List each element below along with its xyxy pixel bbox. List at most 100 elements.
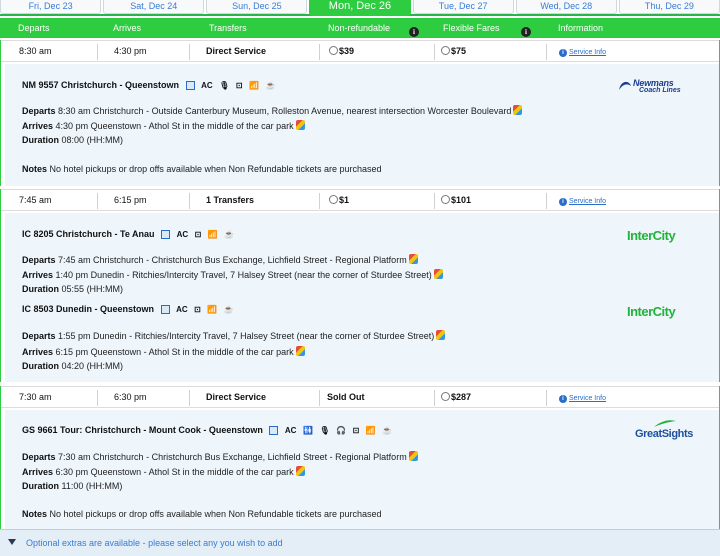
arrives-line: Arrives 4:30 pm Queenstown - Athol St in… (22, 120, 305, 131)
fare-radio[interactable] (441, 46, 450, 55)
power-outlet-icon: ⊡ (194, 230, 202, 240)
transfers-value: Direct Service (206, 392, 267, 402)
cafe-icon: ☕ (382, 426, 393, 436)
depart-time: 7:30 am (19, 392, 52, 402)
header-non-refundable: Non-refundable (328, 23, 391, 33)
trip-result: 7:45 am 6:15 pm 1 Transfers $1 $101 i Ser… (0, 189, 720, 382)
calendar-icon[interactable] (160, 305, 170, 315)
trip-summary-row: 7:45 am 6:15 pm 1 Transfers $1 $101 i Ser… (1, 189, 719, 211)
map-pin-icon[interactable] (513, 105, 523, 115)
cafe-icon: ☕ (265, 81, 276, 91)
trip-result: 7:30 am 6:30 pm Direct Service Sold Out … (0, 386, 720, 529)
non-refundable-sold-out: Sold Out (327, 392, 365, 402)
transfers-value: Direct Service (206, 46, 267, 56)
greatsights-swoosh-icon (654, 420, 676, 427)
fare-radio[interactable] (329, 46, 338, 55)
map-pin-icon[interactable] (295, 466, 305, 476)
info-icon: i (559, 395, 567, 403)
power-outlet-icon: ⊡ (194, 305, 201, 315)
calendar-icon[interactable] (185, 81, 195, 91)
arrive-time: 4:30 pm (114, 46, 147, 56)
non-refundable-fare[interactable]: $39 (329, 41, 354, 62)
leg-title: IC 8205 Christchurch - Te Anau AC ⊡ 📶 ☕ (22, 229, 235, 240)
map-pin-icon[interactable] (295, 346, 305, 356)
map-pin-icon[interactable] (295, 120, 305, 130)
ac-icon: AC (284, 426, 297, 436)
flexible-fare[interactable]: $101 (441, 190, 471, 211)
departs-line: Departs 7:45 am Christchurch - Christchu… (22, 254, 418, 265)
fare-radio[interactable] (441, 392, 450, 401)
trip-details: GS 9661 Tour: Christchurch - Mount Cook … (5, 410, 719, 529)
trip-summary-row: 7:30 am 6:30 pm Direct Service Sold Out … (1, 386, 719, 408)
optional-extras-bar[interactable]: Optional extras are available - please s… (0, 529, 720, 556)
header-information: Information (558, 23, 604, 33)
cafe-icon: ☕ (223, 305, 234, 315)
header-flexible-fares: Flexible Fares (443, 23, 500, 33)
date-tab-sat-dec-24[interactable]: Sat, Dec 24 (103, 0, 205, 14)
duration-line: Duration 05:55 (HH:MM) (22, 284, 124, 294)
non-refundable-fare[interactable]: $1 (329, 190, 349, 211)
wifi-icon: 📶 (207, 230, 218, 240)
map-pin-icon[interactable] (408, 254, 418, 264)
wifi-icon: 📶 (207, 305, 218, 315)
transfers-value: 1 Transfers (206, 195, 255, 205)
notes-line: Notes No hotel pickups or drop offs avai… (22, 164, 382, 174)
arrives-line: Arrives 6:30 pm Queenstown - Athol St in… (22, 466, 305, 477)
flexible-fare[interactable]: $75 (441, 41, 466, 62)
optional-extras-text[interactable]: Optional extras are available - please s… (26, 538, 283, 548)
arrives-line: Arrives 1:40 pm Dunedin - Ritchies/Inter… (22, 269, 443, 280)
duration-line: Duration 04:20 (HH:MM) (22, 361, 124, 371)
info-icon: i (559, 198, 567, 206)
arrive-time: 6:15 pm (114, 195, 147, 205)
fare-radio[interactable] (329, 195, 338, 204)
date-tab-thu-dec-29[interactable]: Thu, Dec 29 (618, 0, 720, 14)
trip-summary-row: 8:30 am 4:30 pm Direct Service $39 $75 i… (1, 40, 719, 62)
ac-icon: AC (176, 305, 188, 315)
date-tab-sun-dec-25[interactable]: Sun, Dec 25 (206, 0, 308, 14)
arrive-time: 6:30 pm (114, 392, 147, 402)
header-arrives: Arrives (113, 23, 142, 33)
service-info-link[interactable]: i Service Info (559, 41, 606, 62)
flexible-fare[interactable]: $287 (441, 387, 471, 408)
greatsights-logo: GreatSights (635, 420, 693, 440)
trip-details: IC 8205 Christchurch - Te Anau AC ⊡ 📶 ☕ … (5, 213, 719, 382)
toilet-icon: 🚻 (302, 426, 313, 436)
trip-result: 8:30 am 4:30 pm Direct Service $39 $75 i… (0, 40, 720, 186)
leg-title: IC 8503 Dunedin - Queenstown AC ⊡ 📶 ☕ (22, 304, 234, 315)
info-icon: i (559, 49, 567, 57)
notes-line: Notes No hotel pickups or drop offs avai… (22, 509, 382, 519)
date-tab-tue-dec-27[interactable]: Tue, Dec 27 (412, 0, 514, 14)
microphone-icon: 🎙 (219, 81, 230, 91)
duration-line: Duration 08:00 (HH:MM) (22, 135, 124, 145)
map-pin-icon[interactable] (433, 269, 443, 279)
header-departs: Departs (18, 23, 50, 33)
date-tab-wed-dec-28[interactable]: Wed, Dec 28 (515, 0, 617, 14)
date-tab-fri-dec-23[interactable]: Fri, Dec 23 (0, 0, 102, 14)
duration-line: Duration 11:00 (HH:MM) (22, 481, 123, 491)
headphones-icon: 🎧 (336, 426, 347, 436)
map-pin-icon[interactable] (436, 330, 446, 340)
depart-time: 7:45 am (19, 195, 52, 205)
service-info-link[interactable]: i Service Info (559, 190, 606, 211)
leg-title: GS 9661 Tour: Christchurch - Mount Cook … (22, 425, 393, 436)
intercity-logo: InterCity (627, 304, 676, 319)
departs-line: Departs 8:30 am Christchurch - Outside C… (22, 105, 523, 116)
newmans-swirl-icon (619, 81, 631, 90)
cafe-icon: ☕ (224, 230, 235, 240)
arrives-line: Arrives 6:15 pm Queenstown - Athol St in… (22, 346, 305, 357)
departs-line: Departs 7:30 am Christchurch - Christchu… (22, 451, 418, 462)
date-tabs: Fri, Dec 23 Sat, Dec 24 Sun, Dec 25 Mon,… (0, 0, 720, 16)
map-pin-icon[interactable] (408, 451, 418, 461)
power-outlet-icon: ⊡ (352, 426, 360, 436)
intercity-logo: InterCity (627, 228, 676, 243)
depart-time: 8:30 am (19, 46, 52, 56)
power-outlet-icon: ⊡ (235, 81, 243, 91)
expand-caret-icon[interactable] (8, 539, 16, 545)
fare-radio[interactable] (441, 195, 450, 204)
calendar-icon[interactable] (269, 426, 279, 436)
calendar-icon[interactable] (161, 230, 171, 240)
service-info-link[interactable]: i Service Info (559, 387, 606, 408)
leg-title: NM 9557 Christchurch - Queenstown AC 🎙 ⊡… (22, 80, 276, 91)
date-tab-mon-dec-26[interactable]: Mon, Dec 26 (309, 0, 411, 16)
newmans-logo: Newmans Coach Lines (617, 78, 691, 98)
